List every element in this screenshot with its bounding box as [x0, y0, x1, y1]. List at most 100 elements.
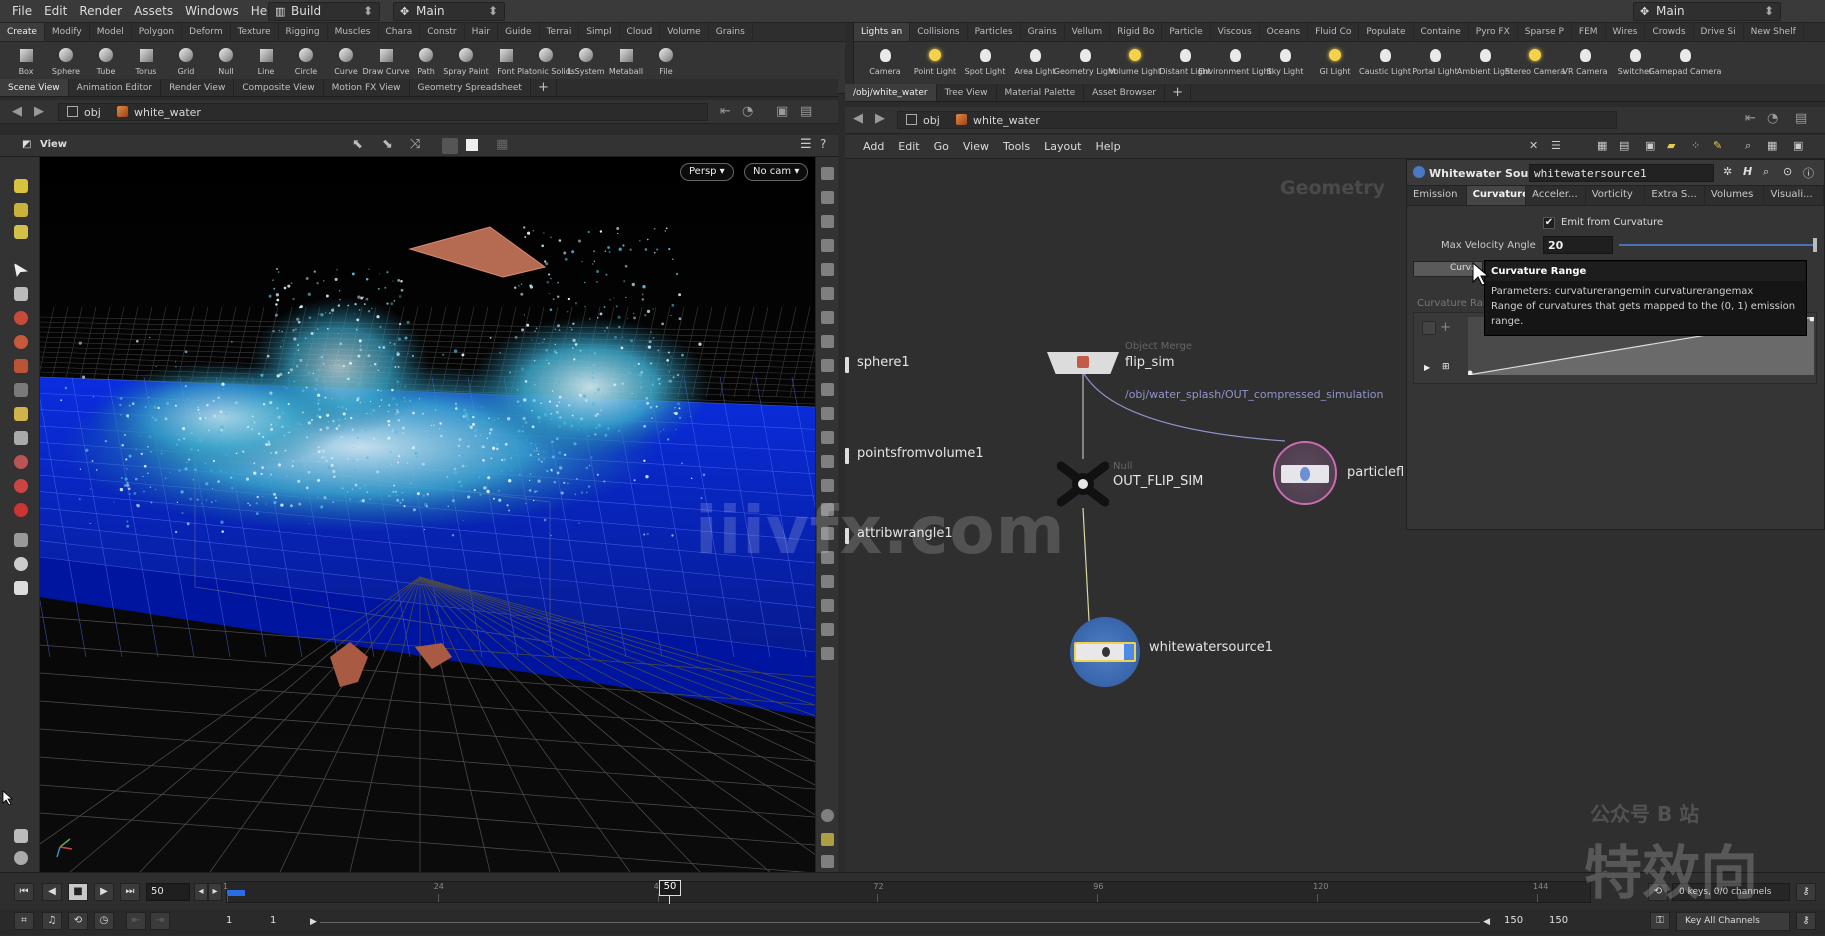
tree-icon[interactable]: ▤	[1619, 139, 1629, 152]
node-pointsfromvolume1[interactable]: pointsfromvolume1	[845, 446, 984, 464]
display-flag-icon[interactable]	[1124, 644, 1134, 660]
scene-options-icon[interactable]	[821, 455, 834, 468]
grid-toggle-icon[interactable]	[821, 383, 834, 396]
flip-sim-label[interactable]: flip_sim	[1125, 355, 1175, 370]
gear-icon[interactable]: ✲	[1723, 165, 1732, 178]
magnet-icon[interactable]	[14, 479, 28, 493]
realtime-clock-icon[interactable]: ◷	[94, 912, 114, 930]
shelf-right-tab-17[interactable]: Drive Si	[1694, 23, 1744, 41]
network-menu-add[interactable]: Add	[863, 140, 884, 153]
left-pane-tab-3[interactable]: Composite View	[234, 79, 324, 96]
pin-icon[interactable]: ⇤	[720, 104, 731, 119]
display-normals-icon[interactable]	[821, 191, 834, 204]
param-tab-5[interactable]: Volumes	[1705, 186, 1765, 205]
max-velocity-angle-slider[interactable]	[1619, 244, 1815, 246]
network-menu-go[interactable]: Go	[934, 140, 949, 153]
shelf-right-tab-16[interactable]: Crowds	[1645, 23, 1694, 41]
shelf-right-tab-1[interactable]: Collisions	[910, 23, 968, 41]
render-region-icon[interactable]	[14, 557, 28, 571]
sticky-note-icon[interactable]: ▰	[1667, 139, 1675, 152]
wrench-icon[interactable]: ✕	[1529, 139, 1538, 152]
view-tool-icon[interactable]	[14, 431, 28, 445]
ghost-icon[interactable]	[821, 239, 834, 252]
ramp-expand-icon[interactable]: ▶	[1424, 363, 1430, 372]
left-pane-tab-1[interactable]: Animation Editor	[69, 79, 162, 96]
lock-camera-icon[interactable]	[821, 215, 834, 228]
node-particlefluid[interactable]	[1273, 441, 1337, 505]
scale-tool-icon[interactable]	[14, 359, 28, 373]
shelf-left-tab-5[interactable]: Texture	[231, 23, 279, 41]
shelf-right-tab-9[interactable]: Fluid Co	[1308, 23, 1360, 41]
step-forward-button[interactable]: ▸	[208, 883, 222, 901]
shelf-right-tab-12[interactable]: Pyro FX	[1469, 23, 1518, 41]
window-icon[interactable]: ▤	[1795, 111, 1807, 126]
shelf-left-tab-13[interactable]: Simpl	[579, 23, 620, 41]
pose-tool-icon[interactable]	[14, 383, 28, 397]
link-icon[interactable]: ◔	[742, 104, 753, 119]
left-pane-tab-0[interactable]: Scene View	[0, 79, 69, 96]
grid-view-icon[interactable]: ▦	[1597, 139, 1607, 152]
snap-icon[interactable]	[14, 455, 28, 469]
end-frame-field-2[interactable]: 150	[1545, 913, 1585, 931]
scene-tool-icon[interactable]	[14, 829, 28, 843]
range-end-handle[interactable]: ◀	[1483, 917, 1490, 927]
frame-icon[interactable]	[821, 479, 834, 492]
shelf-left-tab-4[interactable]: Deform	[182, 23, 231, 41]
shelf-right-tab-8[interactable]: Oceans	[1260, 23, 1309, 41]
shadows-icon[interactable]	[821, 335, 834, 348]
timeline-track[interactable]: 124487296120144 50	[223, 880, 1591, 904]
current-frame-field[interactable]: 50	[146, 883, 190, 901]
shelf-right-tab-4[interactable]: Vellum	[1065, 23, 1111, 41]
menu-icon[interactable]: ▦	[1767, 139, 1777, 152]
play-reverse-button[interactable]: ◀	[42, 883, 62, 901]
shelf-left-tab-6[interactable]: Rigging	[279, 23, 328, 41]
square-icon[interactable]	[821, 575, 834, 588]
link-icon[interactable]: ◔	[1767, 111, 1778, 126]
camera-icon[interactable]	[821, 855, 834, 868]
shelf-left-tab-10[interactable]: Hair	[465, 23, 499, 41]
paint-tool-icon[interactable]	[14, 225, 28, 239]
param-tab-6[interactable]: Visuali...	[1764, 186, 1825, 205]
menu-assets[interactable]: Assets	[134, 4, 173, 18]
left-pane-tab-4[interactable]: Motion FX View	[324, 79, 410, 96]
shelf-right-tab-5[interactable]: Rigid Bo	[1110, 23, 1163, 41]
search-icon[interactable]: ⌕	[1763, 165, 1769, 179]
shelf-right-tab-13[interactable]: Sparse P	[1518, 23, 1572, 41]
shelf-left-tab-2[interactable]: Model	[90, 23, 132, 41]
menu-file[interactable]: File	[12, 4, 32, 18]
node-whitewatersource1[interactable]	[1070, 617, 1140, 687]
shelf-left-tab-7[interactable]: Muscles	[328, 23, 379, 41]
brush-tool-icon[interactable]	[14, 407, 28, 421]
network-menu-edit[interactable]: Edit	[898, 140, 919, 153]
abc-icon[interactable]	[821, 599, 834, 612]
back-arrow-icon[interactable]: ◀	[853, 111, 863, 126]
layout-grid-icon[interactable]	[821, 833, 834, 846]
transform-icon[interactable]: ⤨	[410, 137, 420, 152]
lighting-icon[interactable]	[821, 311, 834, 324]
edit-tool-icon[interactable]	[14, 203, 28, 217]
display-mode-icon[interactable]	[466, 139, 478, 151]
layout-icon[interactable]: ▣	[1793, 139, 1803, 152]
network-menu-view[interactable]: View	[963, 140, 989, 153]
display-guides-icon[interactable]	[821, 287, 834, 300]
camera-tool-icon[interactable]	[14, 533, 28, 547]
emit-from-curvature-checkbox[interactable]: ✔	[1543, 217, 1555, 229]
param-tab-2[interactable]: Acceler...	[1526, 186, 1586, 205]
image-icon[interactable]: ▣	[1645, 139, 1655, 152]
handle-tool-icon[interactable]	[14, 179, 28, 193]
menu-render[interactable]: Render	[79, 4, 122, 18]
right-path-field[interactable]: obj white_water	[897, 111, 1617, 129]
key-icon[interactable]: ⚿	[1650, 912, 1670, 930]
out-flip-sim-label[interactable]: OUT_FLIP_SIM	[1113, 474, 1203, 489]
node-flip-sim[interactable]	[1047, 352, 1119, 374]
light-icon[interactable]	[821, 647, 834, 660]
shelf-right-tab-2[interactable]: Particles	[968, 23, 1021, 41]
back-arrow-icon[interactable]: ◀	[12, 104, 22, 119]
slider-handle[interactable]	[1813, 238, 1817, 252]
shading-mode-icon[interactable]	[442, 138, 458, 154]
key-all-channels-button[interactable]: Key All Channels	[1676, 912, 1790, 931]
pin-icon[interactable]: ⇤	[1745, 111, 1756, 126]
shelf-left-tab-9[interactable]: Constr	[420, 23, 465, 41]
play-forward-button[interactable]: ▶	[94, 883, 114, 901]
picture-icon[interactable]	[821, 623, 834, 636]
